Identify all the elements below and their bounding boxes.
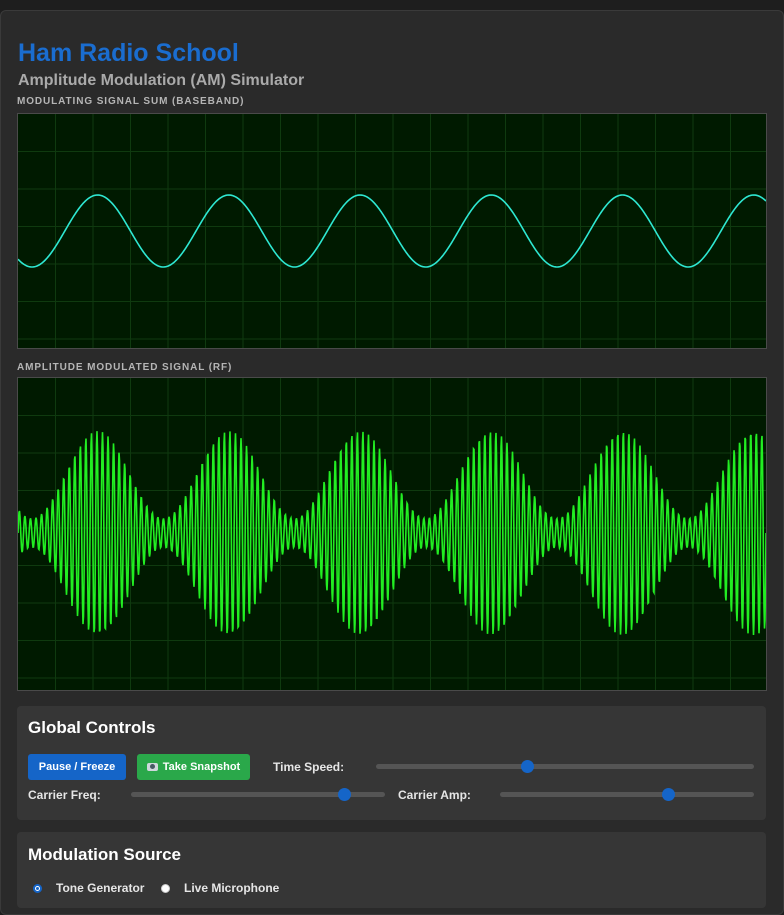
page-title: Ham Radio School: [18, 39, 239, 67]
carrier-freq-slider[interactable]: [131, 788, 385, 801]
rf-scope: [17, 377, 767, 691]
carrier-amp-slider[interactable]: [500, 788, 754, 801]
pause-freeze-button[interactable]: Pause / Freeze: [28, 754, 126, 780]
carrier-amp-thumb[interactable]: [661, 788, 675, 801]
carrier-amp-label: Carrier Amp:: [398, 788, 471, 802]
take-snapshot-label: Take Snapshot: [162, 761, 241, 773]
baseband-scope: [17, 113, 767, 349]
baseband-waveform: [18, 114, 766, 348]
global-controls-heading: Global Controls: [28, 718, 156, 737]
take-snapshot-button[interactable]: Take Snapshot: [137, 754, 250, 780]
modulation-source-heading: Modulation Source: [28, 845, 181, 864]
camera-icon: [146, 763, 158, 771]
time-speed-label: Time Speed:: [273, 760, 345, 774]
pause-freeze-label: Pause / Freeze: [38, 761, 116, 773]
modulation-source-card: Modulation Source Tone Generator Live Mi…: [17, 832, 766, 908]
radio-tone-generator[interactable]: Tone Generator: [33, 881, 144, 895]
page-subtitle: Amplitude Modulation (AM) Simulator: [18, 72, 305, 89]
carrier-freq-thumb[interactable]: [338, 788, 352, 801]
radio-label-tone-generator: Tone Generator: [56, 881, 145, 895]
rf-scope-label: Amplitude Modulated Signal (RF): [17, 362, 233, 373]
rf-waveform: [18, 378, 766, 690]
baseband-scope-label: Modulating Signal Sum (Baseband): [17, 96, 245, 107]
carrier-freq-label: Carrier Freq:: [28, 788, 101, 802]
radio-label-live-microphone: Live Microphone: [184, 881, 280, 895]
radio-button-tone-generator[interactable]: [33, 883, 42, 893]
radio-live-microphone[interactable]: Live Microphone: [161, 881, 279, 895]
time-speed-slider[interactable]: [376, 760, 754, 773]
time-speed-thumb[interactable]: [521, 760, 535, 773]
global-controls-card: Global Controls Pause / Freeze Take Snap…: [17, 706, 766, 820]
radio-button-live-microphone[interactable]: [161, 883, 170, 893]
